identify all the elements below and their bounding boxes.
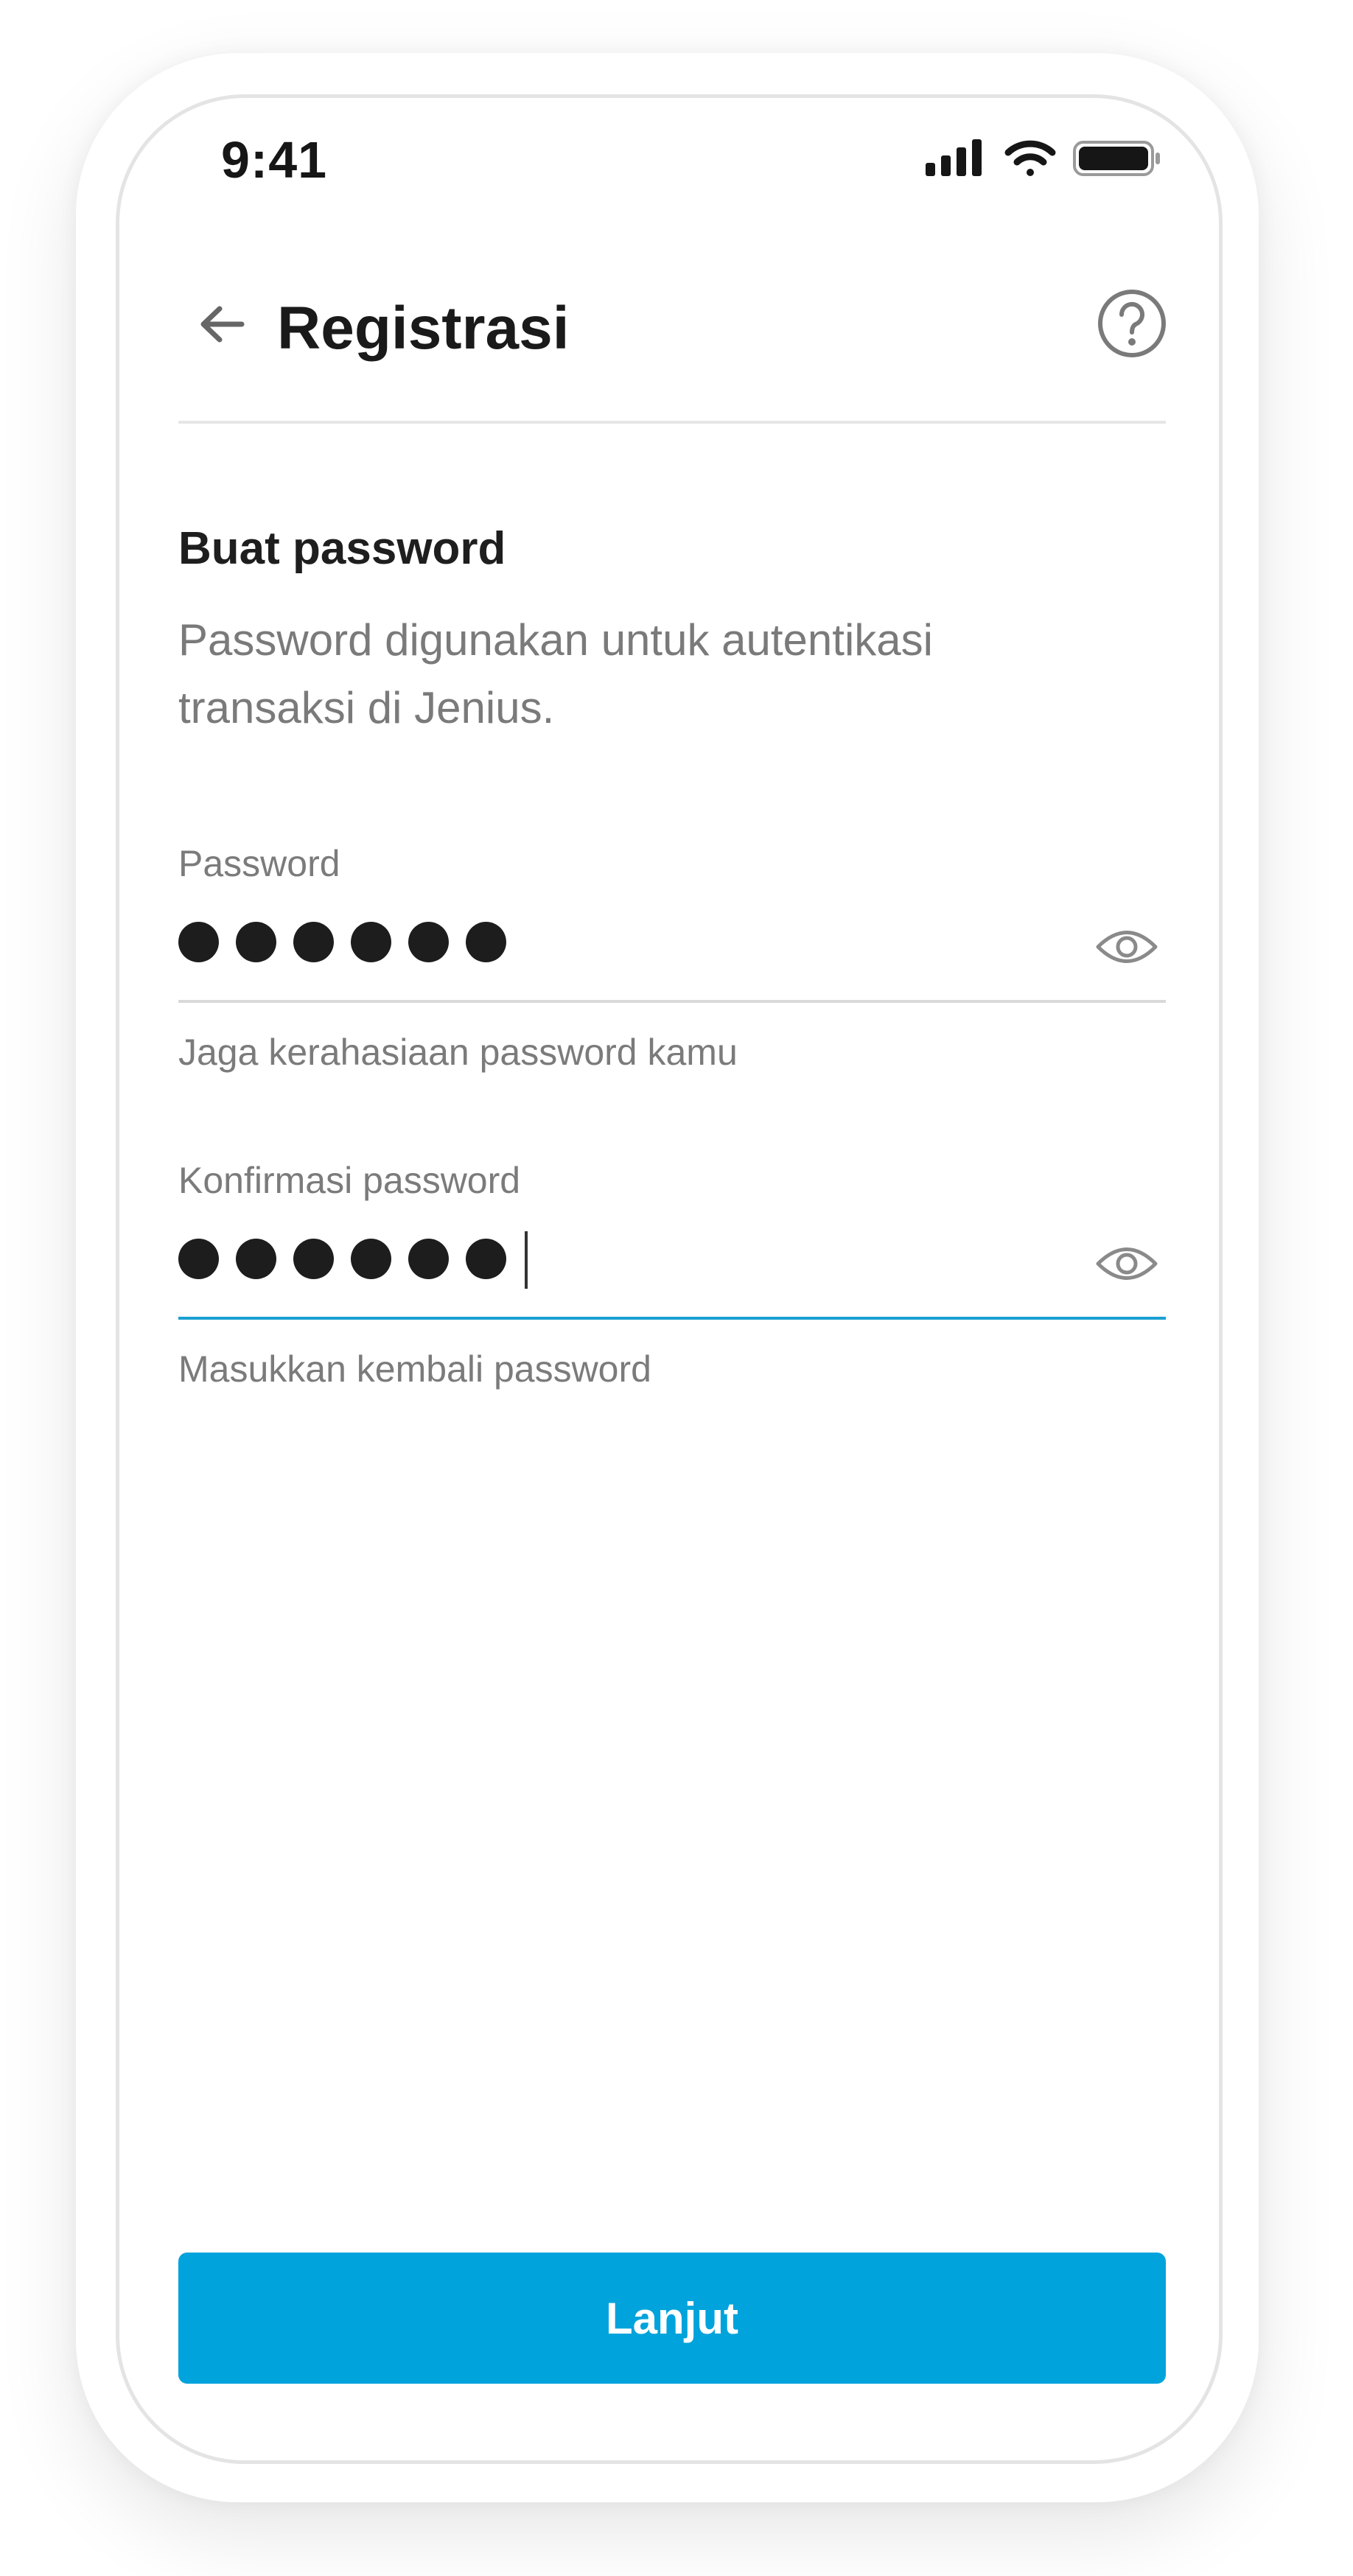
password-underline (178, 1000, 1166, 1003)
confirm-password-hint: Masukkan kembali password (178, 1348, 651, 1390)
confirm-password-label: Konfirmasi password (178, 1160, 521, 1201)
mask-dot (351, 1239, 391, 1279)
help-circle-icon (1098, 290, 1166, 357)
help-button[interactable] (1095, 287, 1169, 360)
mask-dot (236, 1239, 276, 1279)
password-masked-value (178, 922, 506, 962)
section-title: Buat password (178, 523, 506, 574)
section-description: Password digunakan untuk autentikasi tra… (178, 615, 933, 732)
mask-dot (293, 922, 334, 962)
battery-icon (1073, 141, 1160, 176)
wifi-icon (1004, 140, 1056, 176)
page-title: Registrasi (277, 295, 570, 362)
status-icons-svg (926, 139, 1160, 176)
mask-dot (351, 922, 391, 962)
next-button[interactable]: Lanjut (178, 2253, 1166, 2384)
mask-dot (236, 922, 276, 962)
mask-dot (408, 1239, 449, 1279)
status-time: 9:41 (221, 131, 328, 189)
signal-icon (926, 139, 982, 176)
password-hint: Jaga kerahasiaan password kamu (178, 1032, 738, 1073)
mask-dot (466, 922, 506, 962)
password-input[interactable] (178, 901, 1063, 982)
mask-dot (293, 1239, 334, 1279)
header-divider (178, 421, 1166, 424)
mask-dot (466, 1239, 506, 1279)
phone-screen: 9:41 Registrasi Buat password Password d… (116, 94, 1223, 2464)
arrow-left-icon (200, 306, 245, 343)
mask-dot (178, 1239, 219, 1279)
eye-icon (1096, 931, 1158, 963)
confirm-password-input[interactable] (178, 1218, 1063, 1299)
confirm-password-visibility-toggle[interactable] (1094, 1238, 1160, 1289)
eye-icon (1096, 1247, 1158, 1280)
next-button-label: Lanjut (606, 2293, 738, 2343)
mask-dot (408, 922, 449, 962)
text-caret (525, 1231, 528, 1289)
password-visibility-toggle[interactable] (1094, 921, 1160, 973)
confirm-password-underline (178, 1317, 1166, 1320)
mask-dot (178, 922, 219, 962)
password-label: Password (178, 843, 340, 884)
status-icons (926, 135, 1169, 183)
back-button[interactable] (190, 291, 256, 357)
confirm-password-masked-value (178, 1239, 506, 1279)
